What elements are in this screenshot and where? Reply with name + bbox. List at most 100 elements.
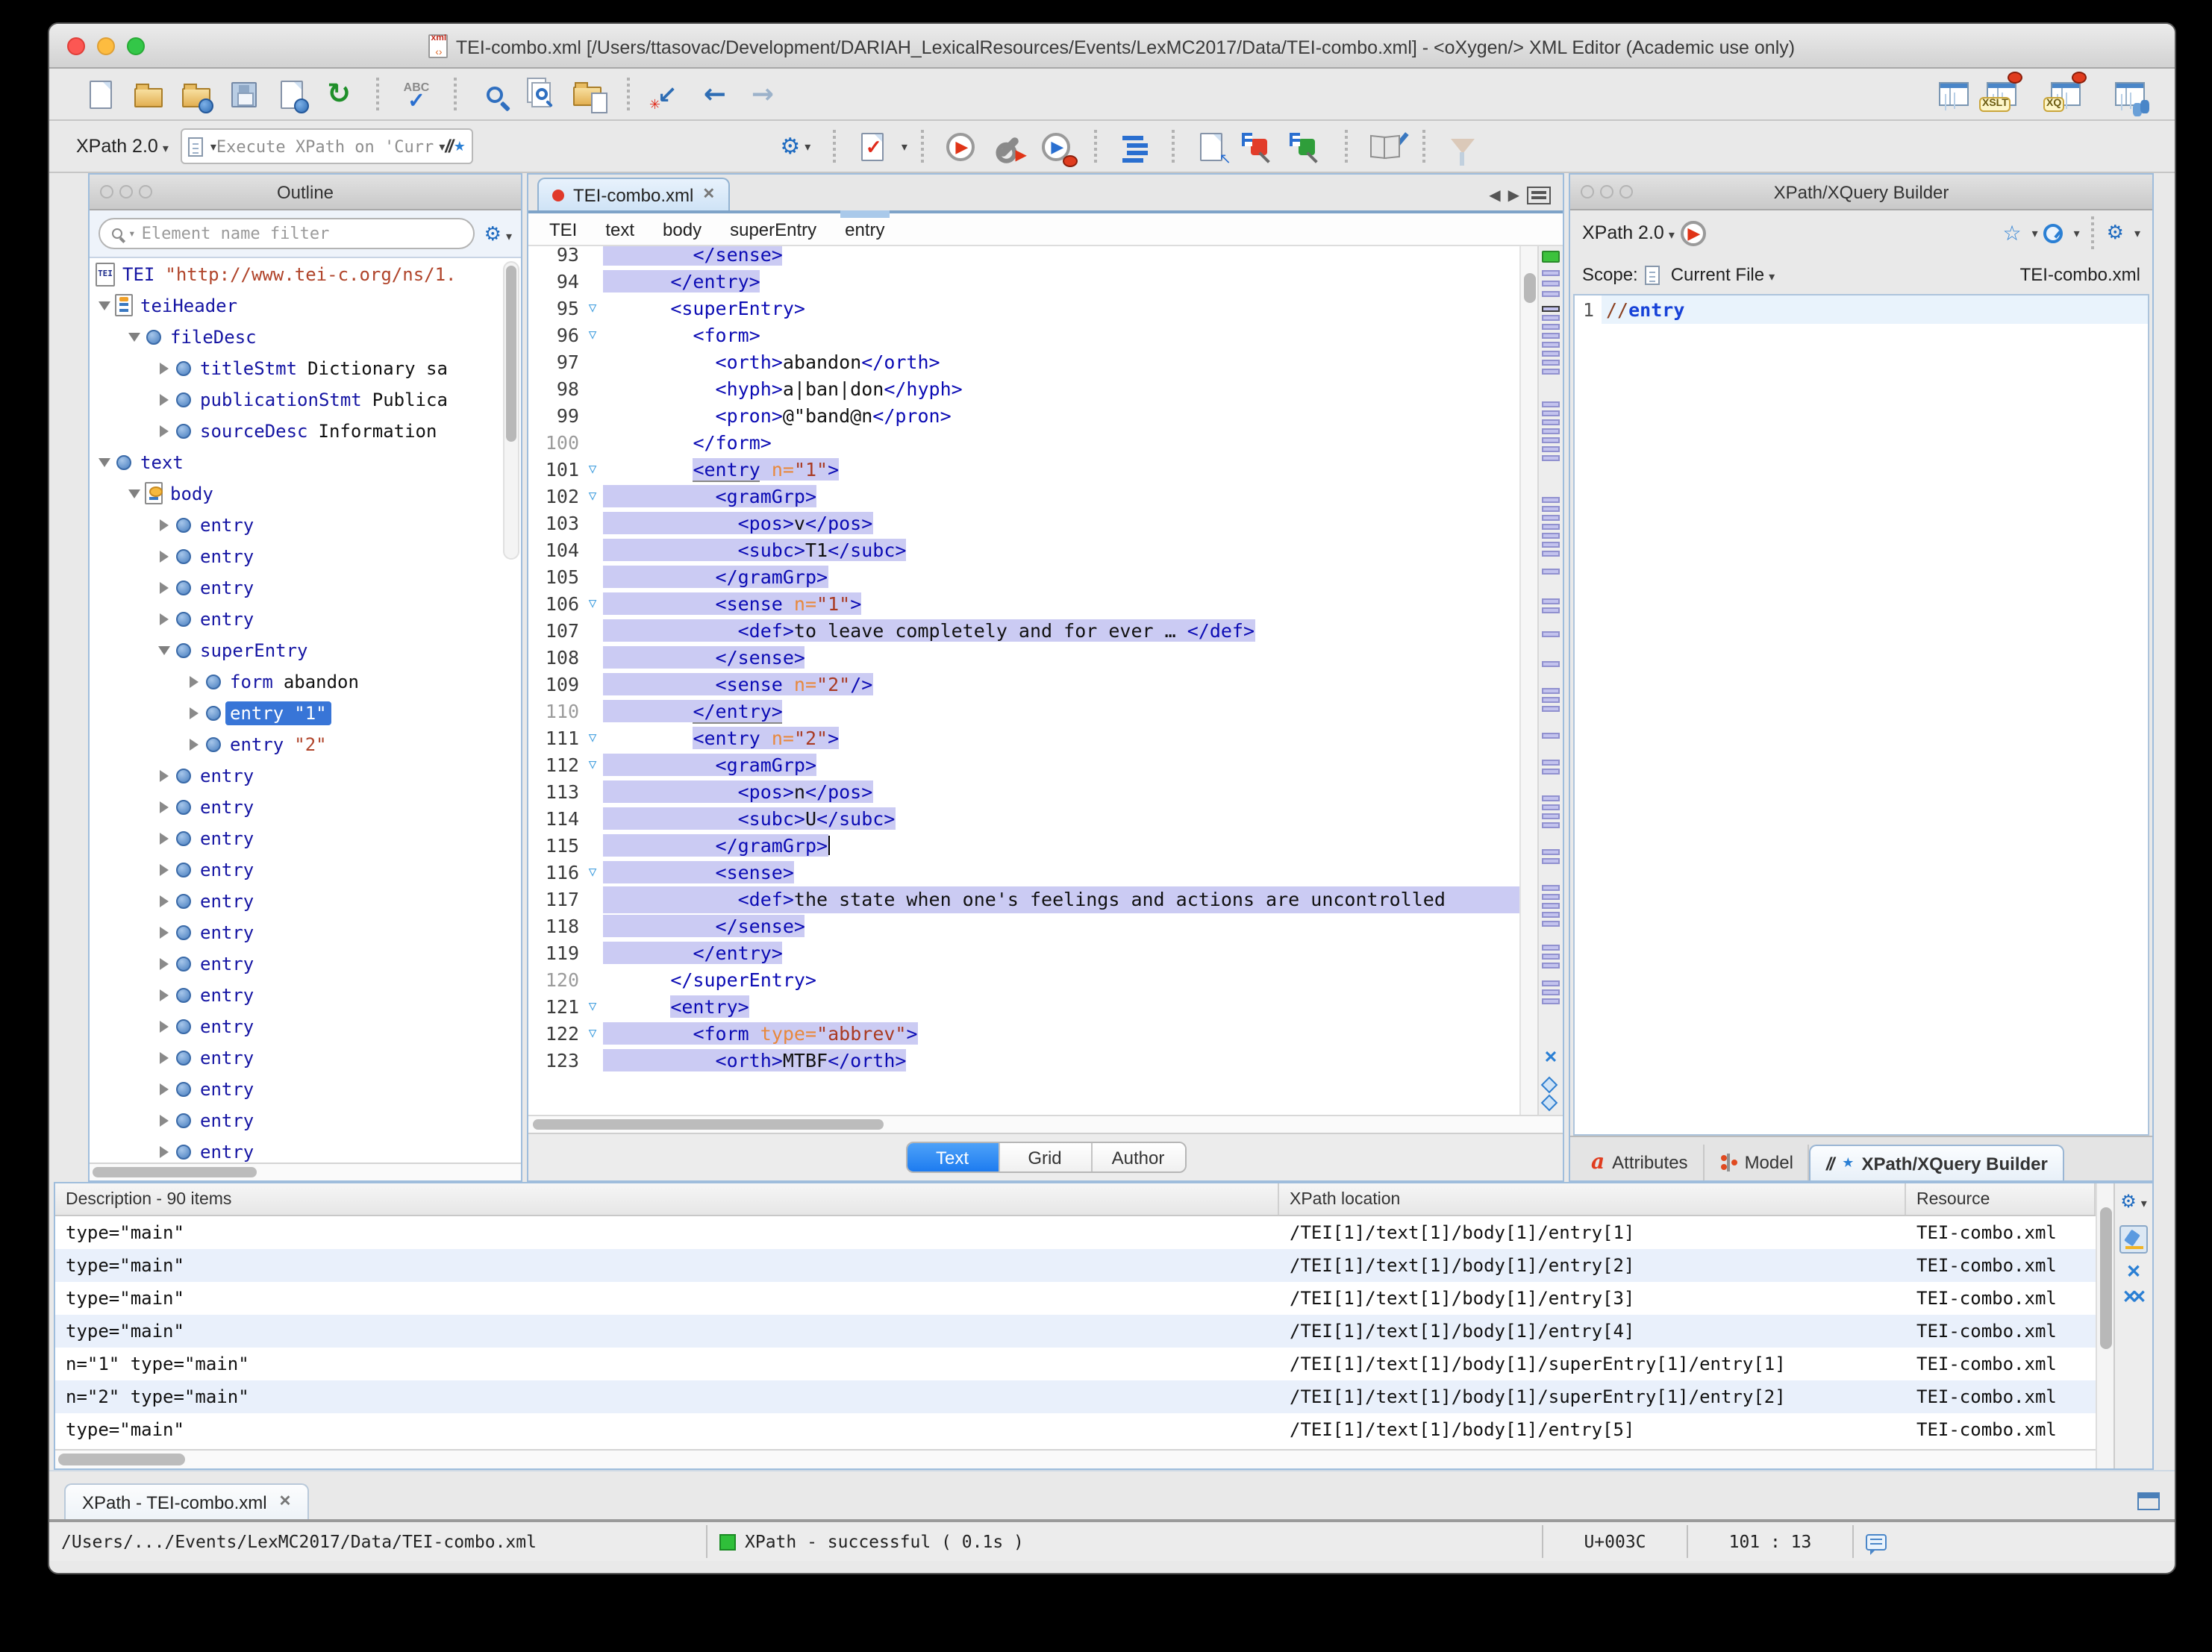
highlight-marker[interactable] <box>1542 419 1560 425</box>
outline-vertical-scrollbar[interactable] <box>503 261 519 560</box>
xpath-combo-placeholder[interactable]: Execute XPath on 'Current File' <box>216 137 434 156</box>
code-line-97[interactable]: 97 <orth>abandon</orth> <box>528 349 1519 376</box>
result-row[interactable]: type="main"/TEI[1]/text[1]/body[1]/entry… <box>55 1315 2096 1348</box>
editor-vertical-scrollbar[interactable] <box>1519 246 1537 1115</box>
code-line-116[interactable]: 116▽ <sense> <box>528 860 1519 886</box>
find-replace-button[interactable] <box>475 75 513 113</box>
code-line-104[interactable]: 104 <subc>T1</subc> <box>528 537 1519 564</box>
code-line-110[interactable]: 110 </entry> <box>528 698 1519 725</box>
column-description[interactable]: Description - 90 items <box>55 1183 1279 1215</box>
view-text-button[interactable]: Text <box>907 1143 999 1171</box>
expand-icon[interactable] <box>154 425 173 437</box>
highlight-marker[interactable] <box>1542 706 1560 712</box>
highlight-marker[interactable] <box>1542 351 1560 357</box>
expand-icon[interactable] <box>154 801 173 813</box>
edit-book-button[interactable] <box>1366 127 1405 166</box>
code-line-100[interactable]: 100 </form> <box>528 430 1519 457</box>
results-settings-button[interactable]: ⚙▾ <box>2120 1188 2147 1215</box>
find-resource-button[interactable] <box>570 75 609 113</box>
last-edit-location-button[interactable]: ↙✳ <box>648 75 687 113</box>
save-to-url-button[interactable] <box>272 75 310 113</box>
code-line-103[interactable]: 103 <pos>v</pos> <box>528 510 1519 537</box>
highlight-marker[interactable] <box>1542 333 1560 339</box>
outline-item-entry[interactable]: entry <box>90 760 521 791</box>
highlight-marker[interactable] <box>1542 506 1560 512</box>
expand-icon[interactable] <box>154 519 173 531</box>
fold-toggle-icon[interactable]: ▽ <box>582 994 603 1021</box>
favorites-star-icon[interactable]: ☆ <box>2002 220 2021 245</box>
outline-settings-button[interactable]: ⚙▾ <box>484 220 512 247</box>
expand-icon[interactable] <box>154 832 173 844</box>
editor-horizontal-scrollbar[interactable] <box>528 1115 1563 1133</box>
highlight-marker[interactable] <box>1542 822 1560 828</box>
collapse-icon[interactable] <box>94 457 113 466</box>
highlight-marker[interactable] <box>1542 954 1560 960</box>
column-xpath-location[interactable]: XPath location <box>1279 1183 1906 1215</box>
close-icon[interactable]: ✕ <box>279 1494 292 1510</box>
fold-toggle-icon[interactable]: ▽ <box>582 752 603 779</box>
outline-item-teiHeader[interactable]: teiHeader <box>90 290 521 321</box>
expand-icon[interactable] <box>184 675 203 687</box>
highlight-marker[interactable] <box>1542 497 1560 503</box>
code-line-106[interactable]: 106▽ <sense n="1"> <box>528 591 1519 618</box>
tab-attributes[interactable]: aAttributes <box>1576 1145 1705 1180</box>
editor-list-icon[interactable] <box>1527 187 1551 204</box>
outline-horizontal-scrollbar[interactable] <box>90 1163 521 1180</box>
code-line-112[interactable]: 112▽ <gramGrp> <box>528 752 1519 779</box>
highlight-marker[interactable] <box>1542 813 1560 819</box>
outline-item-entry[interactable]: entry <box>90 854 521 885</box>
table-icon[interactable] <box>2137 1492 2160 1510</box>
highlight-marker[interactable] <box>1542 542 1560 548</box>
highlight-marker[interactable] <box>1542 551 1560 557</box>
outline-item-entry[interactable]: entry <box>90 509 521 540</box>
expand-icon[interactable] <box>184 707 203 719</box>
format-indent-file-button[interactable]: ↙ <box>1193 127 1231 166</box>
expand-icon[interactable] <box>154 550 173 562</box>
highlight-marker[interactable] <box>1542 849 1560 855</box>
highlight-marker[interactable] <box>1542 733 1560 739</box>
fold-toggle-icon[interactable]: ▽ <box>582 725 603 752</box>
highlight-marker[interactable] <box>1542 410 1560 416</box>
highlight-marker[interactable] <box>1542 921 1560 927</box>
code-line-107[interactable]: 107 <def>to leave completely and for eve… <box>528 618 1519 645</box>
column-resource[interactable]: Resource <box>1906 1183 2096 1215</box>
expand-icon[interactable] <box>154 769 173 781</box>
code-line-119[interactable]: 119 </entry> <box>528 940 1519 967</box>
collapse-icon[interactable] <box>124 332 143 341</box>
validate-button[interactable]: ✓ <box>854 127 893 166</box>
code-line-93[interactable]: 93 </sense> <box>528 246 1519 269</box>
database-perspective-button[interactable] <box>2111 75 2149 113</box>
result-row[interactable]: type="main"/TEI[1]/text[1]/body[1]/entry… <box>55 1249 2096 1282</box>
code-line-94[interactable]: 94 </entry> <box>528 269 1519 295</box>
builder-settings-button[interactable]: ⚙ <box>2107 222 2124 244</box>
outline-item-entry[interactable]: entry <box>90 572 521 603</box>
clear-highlights-icon[interactable]: ✕ <box>1539 1048 1563 1067</box>
highlight-marker[interactable] <box>1542 903 1560 909</box>
outline-item-entry[interactable]: entry <box>90 791 521 822</box>
outline-item-entry[interactable]: entry"2" <box>90 728 521 760</box>
breadcrumb-item-superEntry[interactable]: superEntry <box>730 219 816 240</box>
xpath-settings-button[interactable]: ⚙▾ <box>776 127 815 166</box>
expand-icon[interactable] <box>154 863 173 875</box>
breadcrumb-item-body[interactable]: body <box>663 219 702 240</box>
code-line-121[interactable]: 121▽ <entry> <box>528 994 1519 1021</box>
code-line-118[interactable]: 118 </sense> <box>528 913 1519 940</box>
collapse-icon[interactable] <box>154 645 173 654</box>
code-line-120[interactable]: 120 </superEntry> <box>528 967 1519 994</box>
close-icon[interactable]: ✕ <box>702 187 715 203</box>
highlight-marker[interactable] <box>1542 607 1560 613</box>
fold-toggle-icon[interactable]: ▽ <box>582 860 603 886</box>
fold-toggle-icon[interactable]: ▽ <box>582 591 603 618</box>
highlight-marker[interactable] <box>1542 342 1560 348</box>
outline-item-entry[interactable]: entry <box>90 948 521 979</box>
result-row[interactable]: type="main"/TEI[1]/text[1]/body[1]/entry… <box>55 1282 2096 1315</box>
code-line-123[interactable]: 123 <orth>MTBF</orth> <box>528 1048 1519 1074</box>
highlight-marker[interactable] <box>1542 963 1560 969</box>
highlight-marker[interactable] <box>1542 524 1560 530</box>
outline-item-form[interactable]: formabandon <box>90 666 521 697</box>
highlight-marker[interactable] <box>1542 631 1560 637</box>
expand-icon[interactable] <box>154 393 173 405</box>
result-row[interactable]: n="1" type="main"/TEI[1]/text[1]/body[1]… <box>55 1348 2096 1380</box>
prev-editor-icon[interactable]: ◀ <box>1489 188 1500 204</box>
comment-icon[interactable] <box>1866 1533 1887 1550</box>
